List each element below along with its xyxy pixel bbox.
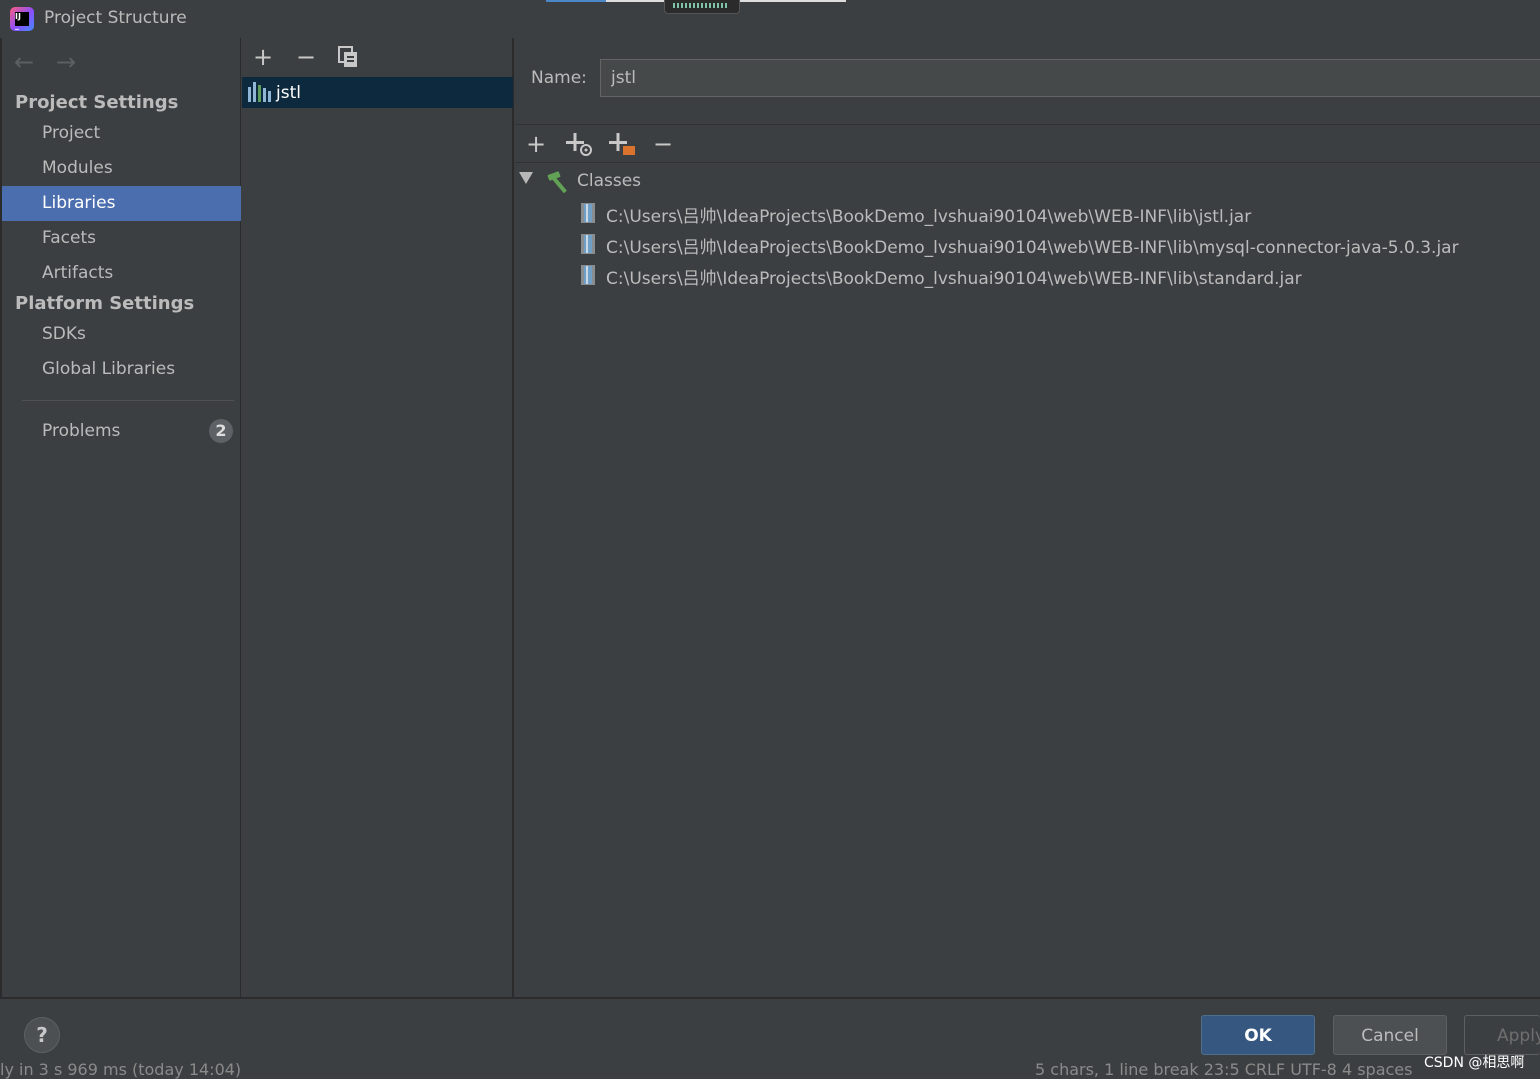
library-name-input[interactable]: [600, 59, 1540, 97]
platform-settings-heading: Platform Settings: [15, 293, 195, 314]
add-library-button[interactable]: +: [253, 45, 273, 69]
project-settings-heading: Project Settings: [15, 92, 179, 113]
intellij-idea-icon: IJ _: [10, 7, 34, 31]
arrow-right-icon[interactable]: →: [56, 48, 76, 76]
jar-path-item[interactable]: C:\Users\吕帅\IdeaProjects\BookDemo_lvshua…: [606, 233, 1459, 258]
sidebar-item-artifacts[interactable]: Artifacts: [2, 256, 241, 291]
jar-path-item[interactable]: C:\Users\吕帅\IdeaProjects\BookDemo_lvshua…: [606, 264, 1302, 289]
name-label: Name:: [531, 68, 587, 88]
sidebar-item-global-libraries[interactable]: Global Libraries: [2, 352, 241, 387]
sidebar-item-project[interactable]: Project: [2, 116, 241, 151]
status-bar-info: 5 chars, 1 line break 23:5 CRLF UTF-8 4 …: [1035, 1060, 1413, 1079]
remove-root-button[interactable]: −: [653, 132, 673, 156]
hammer-icon: [546, 170, 572, 194]
jar-icon: [580, 233, 596, 255]
add-jar-icon[interactable]: [566, 131, 594, 157]
cancel-button[interactable]: Cancel: [1333, 1015, 1447, 1055]
sidebar-item-sdks[interactable]: SDKs: [2, 317, 241, 352]
sidebar-divider: [22, 400, 234, 401]
apply-button[interactable]: Apply: [1464, 1015, 1540, 1055]
ok-button[interactable]: OK: [1201, 1015, 1315, 1055]
remove-library-button[interactable]: −: [296, 45, 316, 69]
jar-icon: [580, 264, 596, 286]
problems-count-badge: 2: [209, 419, 233, 443]
library-list-panel: [242, 38, 514, 997]
add-dir-icon[interactable]: [609, 131, 637, 157]
audio-meter-icon: [664, 0, 740, 14]
jar-icon: [580, 202, 596, 224]
library-name-label: jstl: [276, 83, 301, 103]
watermark: CSDN @相思啊: [1424, 1055, 1525, 1071]
taskbar-indicator: [546, 0, 606, 2]
sidebar-item-facets[interactable]: Facets: [2, 221, 241, 256]
sidebar-item-libraries[interactable]: Libraries: [2, 186, 241, 221]
copy-icon[interactable]: [338, 46, 358, 68]
sidebar-item-modules[interactable]: Modules: [2, 151, 241, 186]
library-icon: [248, 82, 272, 102]
sidebar-item-problems[interactable]: Problems: [2, 414, 241, 449]
classes-tree-node[interactable]: Classes: [577, 171, 641, 191]
divider: [515, 124, 1540, 125]
divider: [0, 997, 1540, 999]
divider: [515, 162, 1540, 163]
window-title: Project Structure: [44, 8, 187, 28]
add-root-button[interactable]: +: [526, 132, 546, 156]
jar-path-item[interactable]: C:\Users\吕帅\IdeaProjects\BookDemo_lvshua…: [606, 202, 1251, 227]
expand-triangle-icon[interactable]: [519, 172, 533, 184]
status-bar-message: ly in 3 s 969 ms (today 14:04): [0, 1060, 242, 1079]
arrow-left-icon[interactable]: ←: [14, 48, 34, 76]
help-button[interactable]: ?: [24, 1017, 60, 1053]
title-bar: [0, 0, 1540, 38]
